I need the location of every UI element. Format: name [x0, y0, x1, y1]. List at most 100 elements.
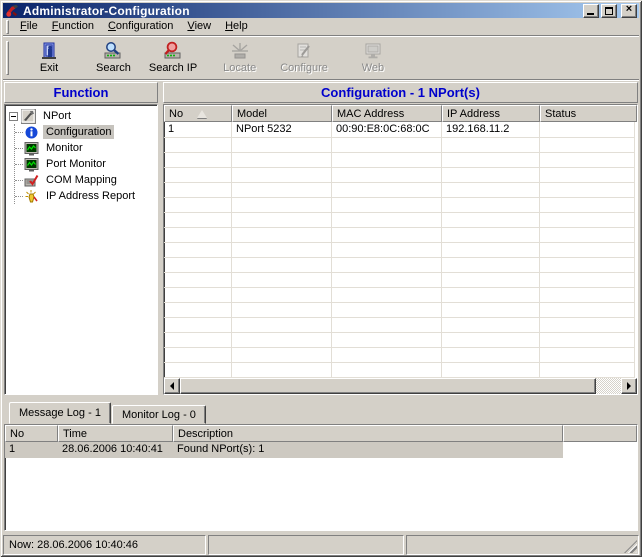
scrollbar-track[interactable] — [596, 378, 621, 394]
cell-model: NPort 5232 — [232, 122, 332, 138]
empty-table-row — [164, 198, 637, 213]
column-header-status[interactable]: Status — [540, 105, 637, 122]
tree-item-label: IP Address Report — [43, 189, 138, 203]
tree-item-com-mapping[interactable]: COM Mapping — [15, 172, 155, 188]
tree-item-configuration[interactable]: Configuration — [15, 124, 155, 140]
tree-connector — [15, 164, 23, 165]
com-mapping-icon — [24, 173, 39, 188]
column-label: MAC Address — [337, 108, 404, 120]
exit-button[interactable]: Exit — [27, 39, 71, 77]
search-ip-icon — [162, 41, 184, 61]
tree-item-port-monitor[interactable]: Port Monitor — [15, 156, 155, 172]
empty-table-row — [164, 138, 637, 153]
tab-monitor-log[interactable]: Monitor Log - 0 — [112, 405, 206, 424]
tree-connector — [15, 180, 23, 181]
status-bar: Now: 28.06.2006 10:40:46 — [3, 531, 639, 555]
menu-bar: File Function Configuration View Help — [3, 18, 639, 36]
log-row[interactable]: 1 28.06.2006 10:40:41 Found NPort(s): 1 — [5, 442, 637, 458]
column-header-ip-address[interactable]: IP Address — [442, 105, 540, 122]
column-header-no[interactable]: No — [164, 105, 232, 122]
search-button[interactable]: Search — [87, 39, 140, 77]
log-column-header-blank[interactable] — [563, 425, 637, 442]
window-title: Administrator-Configuration — [23, 4, 581, 18]
search-ip-button[interactable]: Search IP — [140, 39, 206, 77]
toolbar-button-label: Configure — [280, 62, 328, 74]
maximize-button[interactable] — [601, 4, 617, 18]
menu-file[interactable]: File — [13, 18, 45, 35]
horizontal-scrollbar[interactable] — [164, 378, 637, 394]
column-header-model[interactable]: Model — [232, 105, 332, 122]
minimize-icon — [587, 13, 594, 15]
tab-label: Message Log - 1 — [19, 407, 101, 419]
status-panel-3 — [406, 535, 639, 555]
empty-table-row — [164, 258, 637, 273]
tree-connector — [15, 148, 23, 149]
menu-function[interactable]: Function — [45, 18, 101, 35]
cell-status — [540, 122, 635, 138]
status-panel-2 — [208, 535, 404, 555]
tree-item-ip-address-report[interactable]: IP Address Report — [15, 188, 155, 204]
function-tree: NPort Configuration — [4, 104, 158, 395]
scroll-right-icon — [627, 382, 631, 390]
menubar-grip[interactable] — [6, 20, 9, 34]
menu-configuration[interactable]: Configuration — [101, 18, 180, 35]
tree-item-monitor[interactable]: Monitor — [15, 140, 155, 156]
device-table-body: 1 NPort 5232 00:90:E8:0C:68:0C 192.168.1… — [164, 122, 637, 378]
menu-help[interactable]: Help — [218, 18, 255, 35]
scroll-left-icon — [170, 382, 174, 390]
exit-icon — [38, 41, 60, 61]
close-button[interactable]: × — [621, 4, 637, 18]
sort-ascending-icon — [197, 110, 207, 118]
tree-children: Configuration Monitor — [14, 124, 155, 204]
table-row[interactable]: 1 NPort 5232 00:90:E8:0C:68:0C 192.168.1… — [164, 122, 637, 138]
close-icon: × — [626, 4, 632, 15]
cell-ip-address: 192.168.11.2 — [442, 122, 540, 138]
maximize-icon — [605, 7, 613, 15]
resize-grip[interactable] — [624, 540, 637, 553]
empty-table-row — [164, 348, 637, 363]
log-column-header-no[interactable]: No — [5, 425, 58, 442]
status-now-text: Now: 28.06.2006 10:40:46 — [9, 539, 138, 551]
toolbar: Exit Search Search IP — [3, 37, 639, 80]
tree-root-nport[interactable]: NPort — [7, 108, 155, 124]
title-bar[interactable]: Administrator-Configuration × — [3, 3, 639, 18]
cell-description: Found NPort(s): 1 — [173, 442, 563, 458]
locate-button[interactable]: Locate — [214, 39, 265, 77]
menu-view[interactable]: View — [180, 18, 218, 35]
log-tab-strip: Message Log - 1 Monitor Log - 0 — [4, 401, 638, 424]
tree-item-label: Configuration — [43, 125, 114, 139]
application-window: Administrator-Configuration × File Funct… — [0, 0, 642, 557]
toolbar-button-label: Web — [362, 62, 384, 74]
tab-message-log[interactable]: Message Log - 1 — [9, 402, 111, 424]
info-icon — [24, 125, 39, 140]
scrollbar-thumb[interactable] — [180, 378, 596, 394]
scroll-right-button[interactable] — [621, 378, 637, 394]
tree-connector — [15, 196, 23, 197]
device-table-header: No Model MAC Address IP Address Status — [164, 105, 637, 122]
tree-item-label: Port Monitor — [43, 157, 109, 171]
toolbar-grip[interactable] — [6, 41, 9, 75]
web-button[interactable]: Web — [351, 39, 395, 77]
minimize-button[interactable] — [583, 4, 599, 18]
empty-table-row — [164, 183, 637, 198]
empty-table-row — [164, 318, 637, 333]
tree-item-label: Monitor — [43, 141, 86, 155]
status-now: Now: 28.06.2006 10:40:46 — [3, 535, 206, 555]
tree-collapse-toggle[interactable] — [9, 112, 18, 121]
scroll-left-button[interactable] — [164, 378, 180, 394]
nport-group-icon — [21, 109, 36, 124]
log-column-header-time[interactable]: Time — [58, 425, 173, 442]
device-listview: No Model MAC Address IP Address Status — [163, 104, 638, 395]
toolbar-button-label: Exit — [40, 62, 58, 74]
column-header-mac-address[interactable]: MAC Address — [332, 105, 442, 122]
empty-table-row — [164, 168, 637, 183]
tree-item-label: COM Mapping — [43, 173, 120, 187]
toolbar-button-label: Search — [96, 62, 131, 74]
column-label: No — [169, 108, 183, 120]
log-column-header-description[interactable]: Description — [173, 425, 563, 442]
app-icon — [5, 3, 20, 18]
empty-table-row — [164, 288, 637, 303]
toolbar-button-label: Locate — [223, 62, 256, 74]
empty-table-row — [164, 363, 637, 378]
configure-button[interactable]: Configure — [271, 39, 337, 77]
